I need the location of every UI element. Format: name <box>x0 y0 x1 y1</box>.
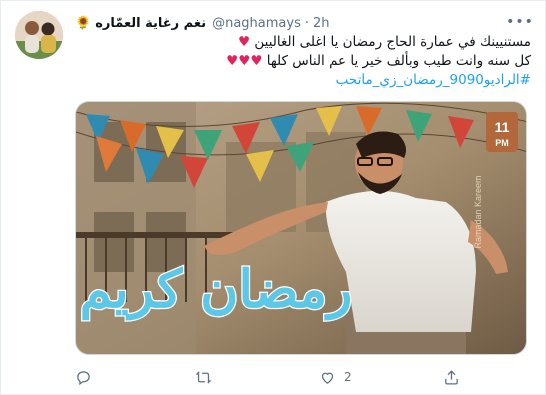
share-icon <box>445 369 458 385</box>
user-handle[interactable]: @naghamays <box>212 16 301 31</box>
tweet-media-image[interactable]: رمضان كريم 11 PM Ramadan Kareem <box>75 101 527 355</box>
sunflower-emoji: 🌻 <box>75 15 92 31</box>
retweet-button[interactable] <box>195 367 212 387</box>
tweet-text-line-1: مستنيينك في عمارة الحاج رمضان يا اغلى ال… <box>75 33 531 52</box>
reply-icon <box>77 370 90 385</box>
tweet-text-line-2-text: كل سنه وانت طيب وبألف خير يا عم الناس كل… <box>266 53 531 69</box>
hashtag-link[interactable]: #الراديو9090_رمضان_زي_ماتحب <box>336 72 531 88</box>
vertical-label: Ramadan Kareem <box>473 175 483 248</box>
like-count: 2 <box>344 370 352 384</box>
tweet-header: 🌻 نغم رغاية العمّاره @naghamays · 2h <box>75 13 330 33</box>
more-dots-icon[interactable]: ••• <box>506 11 533 33</box>
badge-unit: PM <box>495 138 509 148</box>
tweet-hashtag-line: #الراديو9090_رمضان_زي_ماتحب <box>75 71 531 90</box>
calligraphy-text: رمضان كريم <box>80 259 353 321</box>
hearts-emoji: ♥♥♥ <box>226 53 263 69</box>
tweet-text-line-1-text: مستنيينك في عمارة الحاج رمضان يا اغلى ال… <box>254 34 531 50</box>
heart-emoji: ♥ <box>237 34 251 50</box>
tweet-actions: 2 <box>75 367 527 387</box>
separator-dot: · <box>304 15 309 31</box>
ramadan-kareem-calligraphy: رمضان كريم <box>78 258 353 323</box>
reply-button[interactable] <box>75 367 92 387</box>
retweet-icon <box>195 370 212 384</box>
tweet-text: مستنيينك في عمارة الحاج رمضان يا اغلى ال… <box>75 33 531 90</box>
heart-icon <box>321 372 334 384</box>
tweet-text-line-2: كل سنه وانت طيب وبألف خير يا عم الناس كل… <box>75 52 531 71</box>
user-avatar[interactable] <box>15 11 63 59</box>
media-illustration: رمضان كريم 11 PM Ramadan Kareem <box>76 102 526 354</box>
tweet-card[interactable]: 🌻 نغم رغاية العمّاره @naghamays · 2h •••… <box>0 0 546 395</box>
share-button[interactable] <box>443 367 460 387</box>
tweet-time[interactable]: 2h <box>313 16 330 31</box>
like-button[interactable]: 2 <box>319 367 352 387</box>
badge-time: 11 <box>495 119 510 135</box>
display-name[interactable]: نغم رغاية العمّاره <box>95 16 206 31</box>
